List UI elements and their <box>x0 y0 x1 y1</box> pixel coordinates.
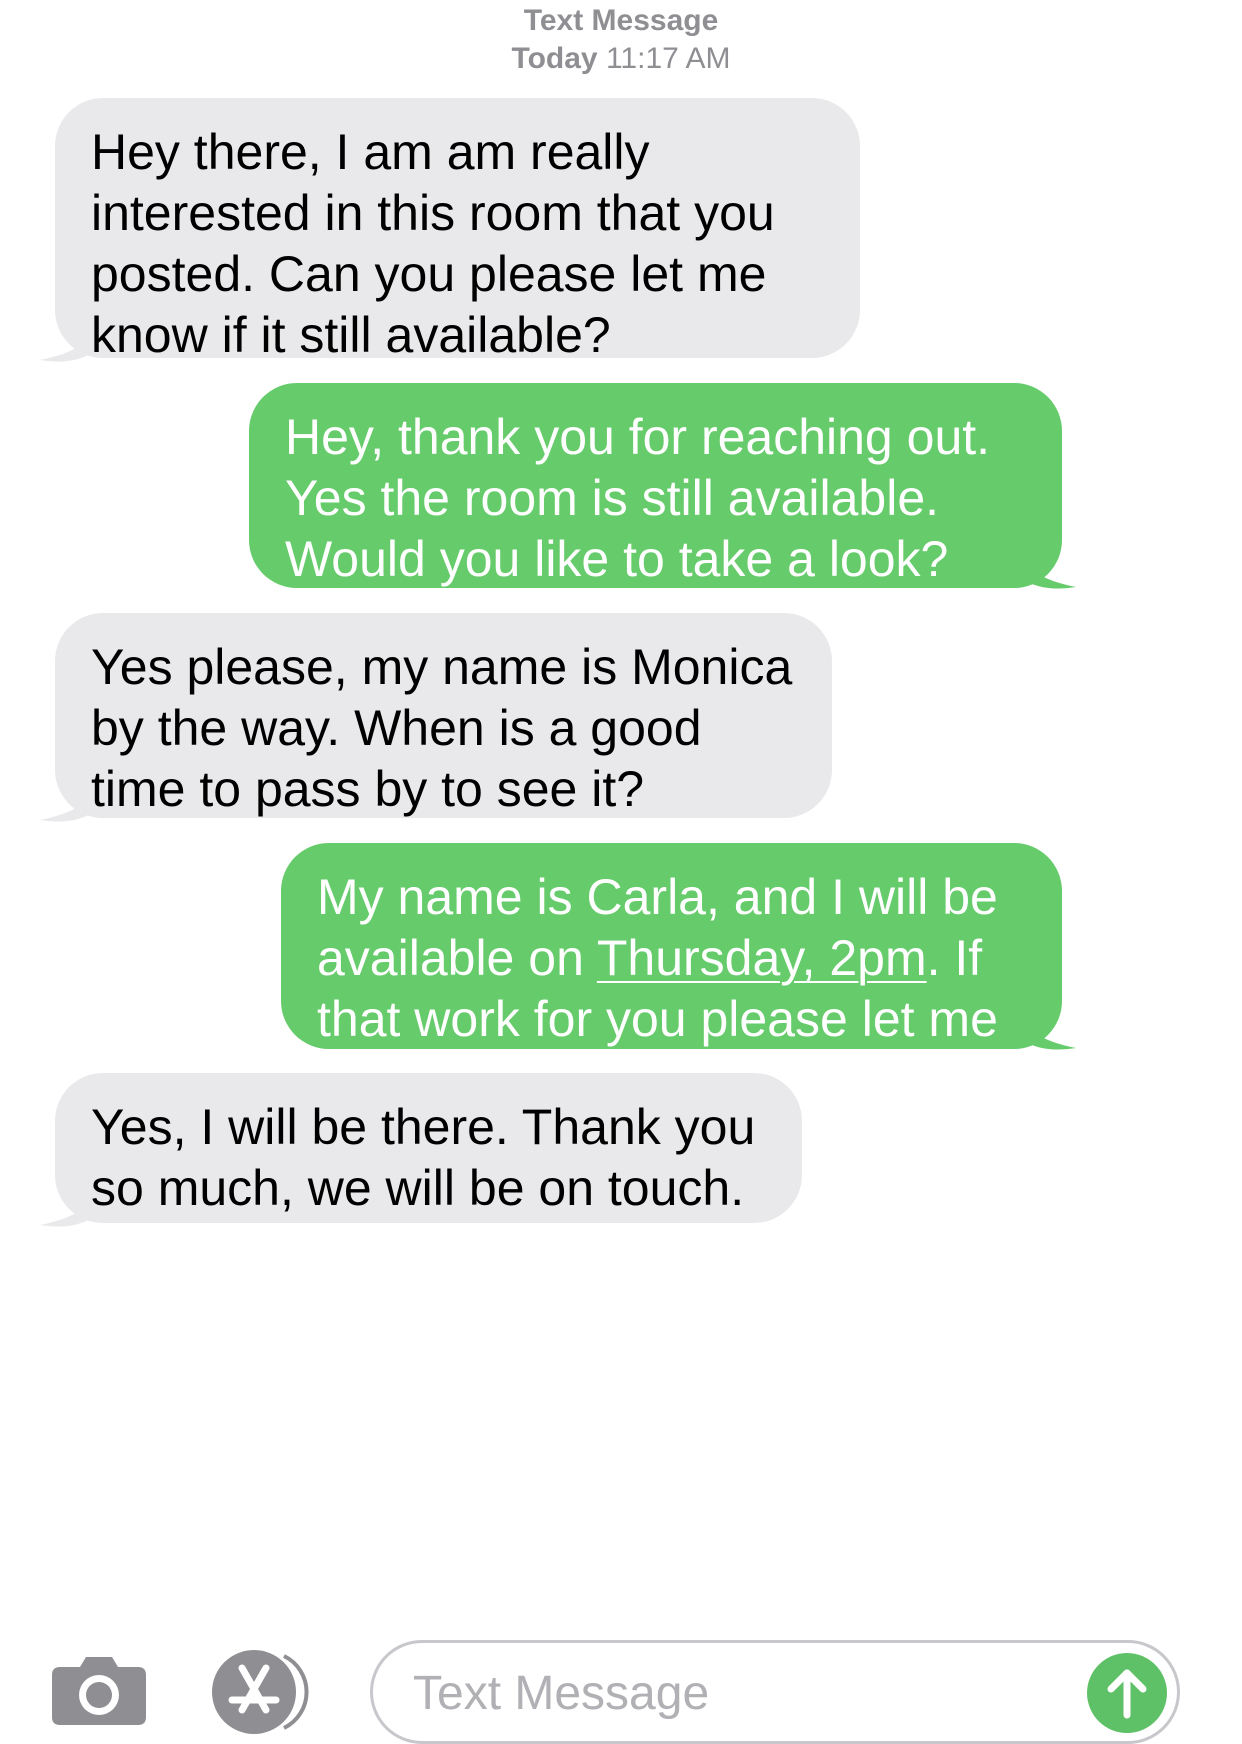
send-arrow-icon <box>1107 1669 1147 1719</box>
app-store-icon[interactable] <box>210 1650 320 1734</box>
message-bubble-outgoing[interactable]: My name is Carla, and I will be availabl… <box>281 843 1062 1108</box>
timestamp: Today 11:17 AM <box>0 40 1242 78</box>
service-label: Text Message <box>523 4 719 37</box>
message-input[interactable] <box>411 1659 1055 1727</box>
message-bubble-incoming[interactable]: Yes, I will be there. Thank you so much,… <box>55 1073 802 1223</box>
message-text: Yes please, my name is Monica by the way… <box>91 639 793 817</box>
message-input-container[interactable] <box>370 1640 1180 1744</box>
conversation-header: Text Message Today 11:17 AM <box>0 2 1242 78</box>
message-text: Hey, thank you for reaching out. Yes the… <box>285 409 991 587</box>
send-button[interactable] <box>1087 1653 1167 1733</box>
message-text: Hey there, I am am really interested in … <box>91 124 775 363</box>
message-bubble-incoming[interactable]: Hey there, I am am really interested in … <box>55 98 860 363</box>
message-bubble-incoming[interactable]: Yes please, my name is Monica by the way… <box>55 613 832 818</box>
date-time-link[interactable]: Thursday, 2pm <box>597 930 927 986</box>
message-bubble-outgoing[interactable]: Hey, thank you for reaching out. Yes the… <box>249 383 1062 588</box>
camera-icon[interactable] <box>52 1655 146 1725</box>
message-text: Yes, I will be there. Thank you so much,… <box>91 1099 756 1216</box>
timestamp-day: Today <box>511 42 598 75</box>
timestamp-time: 11:17 AM <box>605 42 731 75</box>
